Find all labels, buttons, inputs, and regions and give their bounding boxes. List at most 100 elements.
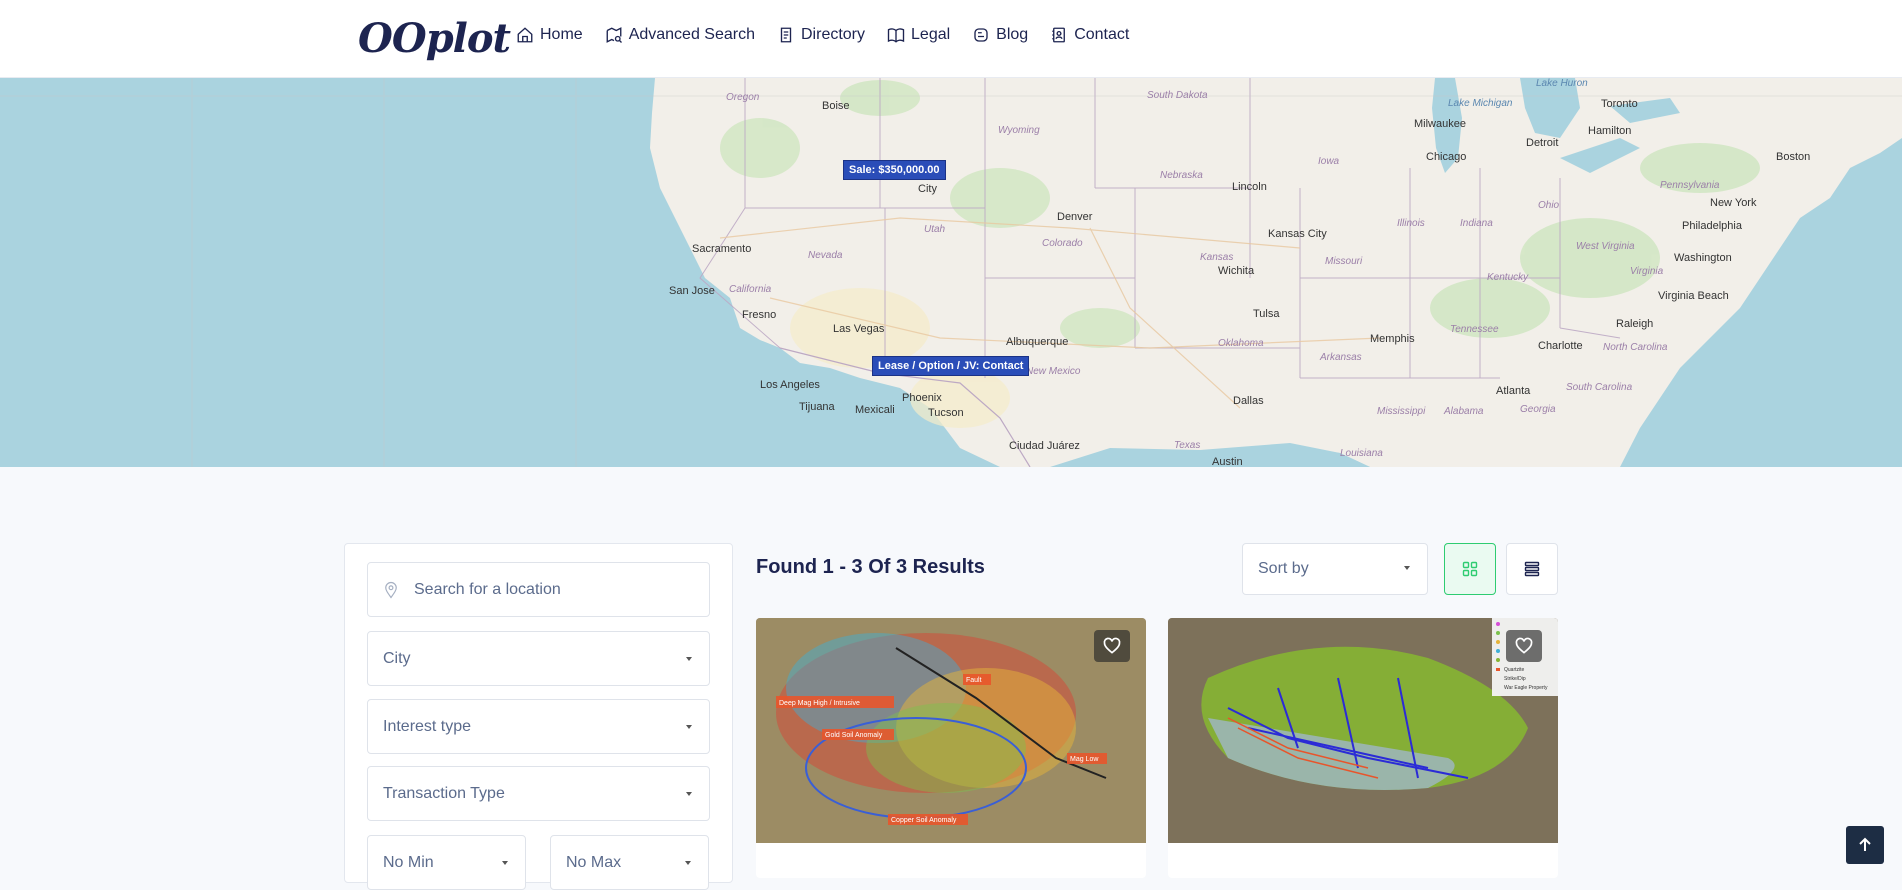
sort-select[interactable]: Sort by [1242, 543, 1428, 595]
favorite-button[interactable] [1506, 630, 1542, 662]
nav-advanced-search-label: Advanced Search [628, 26, 755, 43]
state-label: Kentucky [1487, 272, 1529, 283]
heart-icon [1515, 637, 1533, 654]
back-to-top-button[interactable] [1846, 826, 1884, 864]
city-label: Tucson [928, 407, 964, 419]
state-label: Colorado [1042, 238, 1083, 249]
state-label: North Carolina [1603, 342, 1668, 353]
map-label: Gold Soil Anomaly [825, 732, 883, 739]
max-price-select[interactable]: No Max [550, 835, 709, 890]
state-label: Nebraska [1160, 170, 1203, 181]
state-label: Oregon [726, 92, 760, 103]
city-label: San Jose [669, 285, 715, 297]
listing-image[interactable]: Quartzite Strike/Dip War Eagle Property [1168, 618, 1558, 843]
city-label: Boise [822, 100, 850, 112]
city-label: Virginia Beach [1658, 290, 1729, 302]
city-label: Milwaukee [1414, 118, 1466, 130]
city-label: Philadelphia [1682, 220, 1742, 232]
water-label: Lake Michigan [1448, 98, 1513, 109]
grid-view-button[interactable] [1444, 543, 1496, 595]
list-view-button[interactable] [1506, 543, 1558, 595]
state-label: Mississippi [1377, 406, 1426, 417]
legend-label: Quartzite [1504, 667, 1525, 673]
nav-directory[interactable]: Directory [777, 26, 865, 44]
state-label: Utah [924, 224, 946, 235]
listing-card[interactable]: Deep Mag High / Intrusive Fault Gold Soi… [756, 618, 1146, 878]
city-label: Sacramento [692, 243, 752, 255]
water-label: Lake Huron [1536, 78, 1588, 89]
city-label: Toronto [1601, 98, 1638, 110]
city-label: Wichita [1218, 265, 1255, 277]
nav-directory-label: Directory [801, 26, 866, 43]
state-label: Kansas [1200, 252, 1234, 263]
state-label: Pennsylvania [1660, 180, 1720, 191]
city-label: Charlotte [1538, 340, 1583, 352]
state-label: South Carolina [1566, 382, 1633, 393]
city-select-value: City [383, 649, 411, 667]
state-label: New Mexico [1026, 366, 1081, 377]
map-label: Deep Mag High / Intrusive [779, 700, 860, 707]
site-logo[interactable]: OOplot [358, 14, 511, 62]
map-label: Copper Soil Anomaly [891, 817, 957, 824]
state-label: California [729, 284, 772, 295]
city-label: Washington [1674, 252, 1732, 264]
results-map[interactable]: Boise City Denver Lincoln Kansas City Ch… [0, 78, 1902, 467]
city-label: Chicago [1426, 151, 1467, 163]
city-label: Las Vegas [833, 323, 885, 335]
results-count-title: Found 1 - 3 Of 3 Results [756, 556, 985, 578]
city-label: Lincoln [1232, 181, 1267, 193]
city-label: Los Angeles [760, 379, 820, 391]
city-label: New York [1710, 197, 1757, 209]
nav-blog[interactable]: Blog [972, 26, 1028, 44]
home-icon [517, 27, 533, 43]
nav-contact[interactable]: Contact [1050, 26, 1129, 44]
location-search-input[interactable]: Search for a location [367, 562, 710, 617]
blog-icon [974, 28, 988, 42]
state-label: Wyoming [998, 125, 1040, 136]
state-label: Georgia [1520, 404, 1556, 415]
nav-legal[interactable]: Legal [887, 26, 950, 44]
state-label: West Virginia [1576, 241, 1635, 252]
listing-image[interactable]: Deep Mag High / Intrusive Fault Gold Soi… [756, 618, 1146, 843]
listing-card[interactable]: Quartzite Strike/Dip War Eagle Property [1168, 618, 1558, 878]
state-label: Ohio [1538, 200, 1560, 211]
caret-down-icon [502, 861, 508, 865]
state-label: South Dakota [1147, 90, 1208, 101]
nav-blog-label: Blog [996, 26, 1029, 43]
map-price-marker[interactable]: Sale: $350,000.00 [843, 160, 946, 180]
city-label: City [918, 183, 937, 195]
arrow-up-icon [1859, 837, 1871, 851]
interest-type-select[interactable]: Interest type [367, 699, 710, 754]
map-price-marker[interactable]: Lease / Option / JV: Contact [872, 356, 1030, 376]
city-label: Hamilton [1588, 125, 1632, 137]
city-label: Phoenix [902, 392, 942, 404]
nav-legal-label: Legal [911, 26, 951, 43]
nav-advanced-search[interactable]: Advanced Search [605, 26, 755, 44]
city-label: Fresno [742, 309, 777, 321]
state-label: Texas [1174, 440, 1201, 451]
city-label: Atlanta [1496, 385, 1531, 397]
geology-map-image: Deep Mag High / Intrusive Fault Gold Soi… [756, 618, 1146, 843]
map-label: Mag Low [1070, 756, 1099, 763]
main-nav: Home Advanced Search Directory Legal Blo… [516, 26, 1129, 44]
city-label: Tulsa [1253, 308, 1280, 320]
nav-home[interactable]: Home [516, 26, 583, 44]
min-price-value: No Min [383, 853, 434, 871]
legend-label: Strike/Dip [1504, 676, 1526, 682]
state-label: Missouri [1325, 256, 1363, 267]
location-pin-icon [385, 581, 397, 599]
transaction-type-select[interactable]: Transaction Type [367, 766, 710, 821]
logo-text: OOplot [358, 14, 511, 62]
city-label: Ciudad Juárez [1009, 440, 1080, 452]
state-label: Tennessee [1450, 324, 1499, 335]
max-price-value: No Max [566, 853, 622, 871]
transaction-type-value: Transaction Type [383, 784, 505, 802]
city-label: Memphis [1370, 333, 1415, 345]
caret-down-icon [685, 861, 691, 865]
city-label: Raleigh [1616, 318, 1654, 330]
city-select[interactable]: City [367, 631, 710, 686]
min-price-select[interactable]: No Min [367, 835, 526, 890]
directory-icon [780, 27, 792, 43]
favorite-button[interactable] [1094, 630, 1130, 662]
state-label: Illinois [1397, 218, 1425, 229]
